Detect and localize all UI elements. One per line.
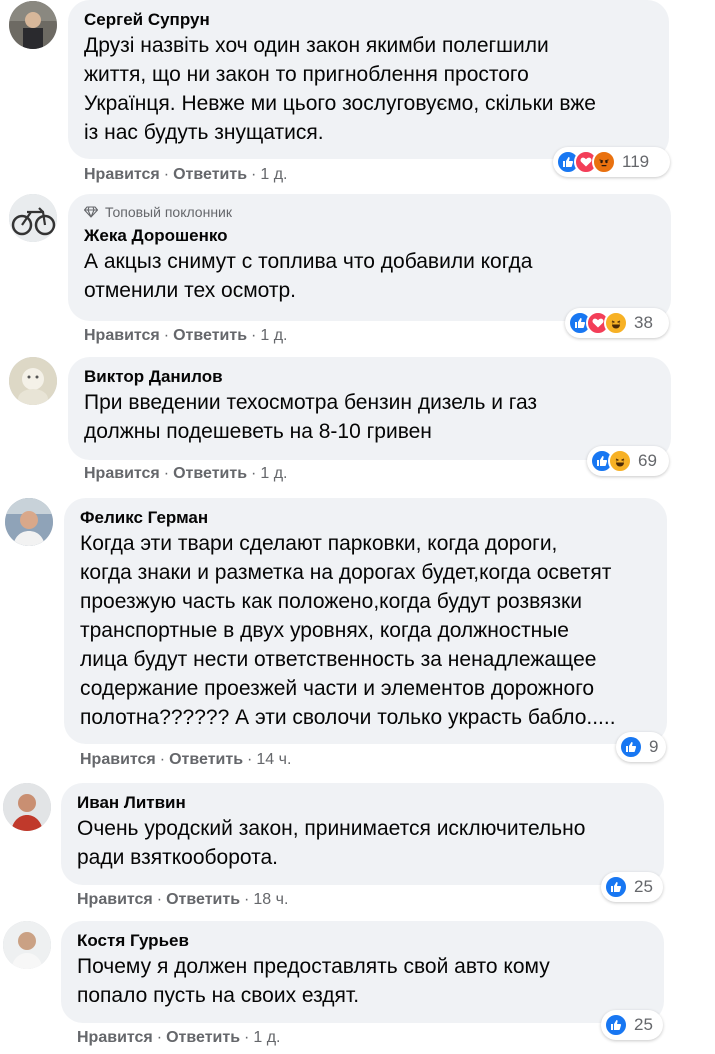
comment-bubble: Костя Гурьев Почему я должен предоставля… [61, 921, 664, 1023]
like-button[interactable]: Нравится [84, 326, 160, 346]
avatar[interactable] [9, 357, 57, 405]
separator: · [163, 327, 170, 344]
avatar[interactable] [3, 783, 51, 831]
comment-bubble: Сергей Супрун Друзі назвіть хоч один зак… [68, 0, 669, 159]
comment-actions: Нравится · Ответить · 18 ч. [77, 890, 288, 910]
separator: · [156, 1029, 163, 1046]
like-reaction-icon [619, 735, 643, 759]
badge-label: Топовый поклонник [105, 204, 232, 220]
angry-reaction-icon [592, 150, 616, 174]
reply-button[interactable]: Ответить [169, 750, 243, 770]
comment-text: А акцыз снимут с топлива что добавили ко… [84, 250, 533, 302]
avatar[interactable] [3, 921, 51, 969]
reply-button[interactable]: Ответить [166, 890, 240, 910]
reactions-summary[interactable]: 25 [601, 1010, 663, 1040]
comment-text: При введении техосмотра бензин дизель и … [84, 391, 538, 443]
comment-text: Когда эти твари сделают парковки, когда … [80, 532, 616, 729]
reply-button[interactable]: Ответить [173, 464, 247, 484]
comment-author[interactable]: Иван Литвин [77, 792, 648, 814]
reply-button[interactable]: Ответить [166, 1028, 240, 1048]
separator: · [159, 751, 166, 768]
haha-reaction-icon [608, 449, 632, 473]
comment-author[interactable]: Виктор Данилов [84, 366, 655, 388]
avatar[interactable] [5, 498, 53, 546]
comment-timestamp[interactable]: 1 д. [253, 1028, 280, 1048]
avatar[interactable] [9, 194, 57, 242]
comment-actions: Нравится · Ответить · 1 д. [84, 326, 287, 346]
like-button[interactable]: Нравится [84, 165, 160, 185]
separator: · [251, 465, 257, 482]
comment-actions: Нравится · Ответить · 1 д. [84, 165, 287, 185]
separator: · [163, 166, 170, 183]
comment-bubble: Феликс Герман Когда эти твари сделают па… [64, 498, 667, 744]
comment-author[interactable]: Феликс Герман [80, 507, 651, 529]
reaction-count: 38 [634, 313, 653, 332]
comment-author[interactable]: Костя Гурьев [77, 930, 648, 952]
comment-text: Друзі назвіть хоч один закон якимби поле… [84, 34, 596, 144]
separator: · [163, 465, 170, 482]
comment-timestamp[interactable]: 1 д. [260, 326, 287, 346]
diamond-icon [84, 206, 98, 218]
reaction-count: 119 [622, 152, 650, 171]
reactions-summary[interactable]: 38 [565, 308, 669, 338]
reply-button[interactable]: Ответить [173, 165, 247, 185]
reaction-count: 9 [649, 737, 659, 756]
comment-timestamp[interactable]: 1 д. [260, 464, 287, 484]
like-button[interactable]: Нравится [77, 890, 153, 910]
reactions-summary[interactable]: 119 [553, 147, 670, 177]
like-reaction-icon [604, 875, 628, 899]
like-button[interactable]: Нравится [80, 750, 156, 770]
haha-reaction-icon [604, 311, 628, 335]
separator: · [244, 1029, 250, 1046]
separator: · [244, 891, 250, 908]
like-reaction-icon [604, 1013, 628, 1037]
reaction-count: 25 [634, 1015, 653, 1034]
avatar[interactable] [9, 1, 57, 49]
comment-timestamp[interactable]: 14 ч. [256, 750, 291, 770]
comment-bubble: Иван Литвин Очень уродский закон, приним… [61, 783, 664, 885]
like-button[interactable]: Нравится [77, 1028, 153, 1048]
reactions-summary[interactable]: 69 [587, 446, 669, 476]
separator: · [251, 327, 257, 344]
comment-timestamp[interactable]: 1 д. [260, 165, 287, 185]
comment-author[interactable]: Жека Дорошенко [84, 225, 655, 247]
reaction-count: 69 [638, 451, 657, 470]
reply-button[interactable]: Ответить [173, 326, 247, 346]
comment-actions: Нравится · Ответить · 1 д. [84, 464, 287, 484]
top-fan-badge: Топовый поклонник [84, 203, 655, 221]
comment-actions: Нравится · Ответить · 1 д. [77, 1028, 280, 1048]
like-button[interactable]: Нравится [84, 464, 160, 484]
separator: · [156, 891, 163, 908]
comment-actions: Нравится · Ответить · 14 ч. [80, 750, 291, 770]
separator: · [247, 751, 253, 768]
reactions-summary[interactable]: 9 [616, 732, 666, 762]
reactions-summary[interactable]: 25 [601, 872, 663, 902]
reaction-count: 25 [634, 877, 653, 896]
separator: · [251, 166, 257, 183]
comment-timestamp[interactable]: 18 ч. [253, 890, 288, 910]
comment-text: Почему я должен предоставлять свой авто … [77, 955, 550, 1007]
comment-text: Очень уродский закон, принимается исключ… [77, 817, 586, 869]
comment-author[interactable]: Сергей Супрун [84, 9, 653, 31]
comment-bubble: Виктор Данилов При введении техосмотра б… [68, 357, 671, 460]
comment-bubble: Топовый поклонник Жека Дорошенко А акцыз… [68, 194, 671, 321]
